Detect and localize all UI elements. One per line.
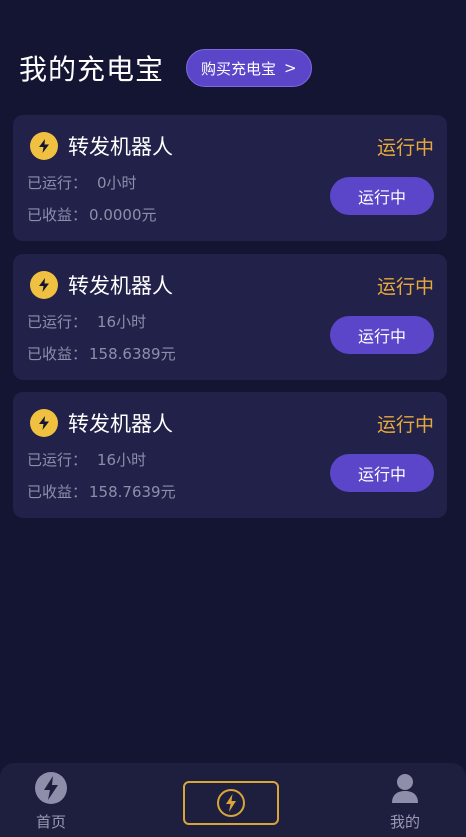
lightning-bolt-icon (35, 772, 67, 804)
status-text: 运行中 (376, 276, 434, 298)
tab-home-label: 首页 (35, 813, 66, 831)
runtime-value: 16小时 (97, 313, 147, 331)
runtime-label: 已运行： (27, 313, 88, 331)
buy-power-bank-button[interactable]: 购买充电宝 > (186, 49, 312, 87)
lightning-bolt-icon (30, 409, 58, 437)
tab-home[interactable]: 首页 (34, 771, 68, 832)
tab-power-bank[interactable] (183, 781, 279, 825)
runtime-label: 已运行： (27, 451, 88, 469)
power-bank-card: 转发机器人 运行中 已运行： 0小时 已收益： 0.0000元 运行中 (13, 115, 447, 241)
card-title: 转发机器人 (68, 412, 173, 436)
earnings-row: 已收益： 0.0000元 (27, 204, 157, 225)
earnings-value: 158.7639元 (89, 483, 176, 501)
earnings-value: 158.6389元 (89, 345, 176, 363)
running-button[interactable]: 运行中 (330, 454, 434, 492)
earnings-value: 0.0000元 (89, 206, 157, 224)
running-button[interactable]: 运行中 (330, 316, 434, 354)
runtime-value: 16小时 (97, 451, 147, 469)
runtime-row: 已运行： 16小时 (27, 311, 146, 332)
page-title: 我的充电宝 (19, 53, 165, 86)
earnings-label: 已收益： (27, 345, 88, 363)
running-button[interactable]: 运行中 (330, 177, 434, 215)
lightning-bolt-icon (30, 271, 58, 299)
card-title: 转发机器人 (68, 135, 173, 159)
header: 我的充电宝 购买充电宝 > (19, 48, 312, 88)
tab-mine-label: 我的 (389, 813, 420, 831)
lightning-bolt-icon (217, 789, 245, 817)
chevron-right-icon: > (284, 59, 297, 77)
earnings-row: 已收益： 158.6389元 (27, 343, 176, 364)
page: 我的充电宝 购买充电宝 > 转发机器人 运行中 已运行： 0小时 已收益： 0.00… (0, 0, 466, 837)
user-icon (392, 774, 418, 803)
status-text: 运行中 (376, 137, 434, 159)
runtime-label: 已运行： (27, 174, 88, 192)
card-title: 转发机器人 (68, 274, 173, 298)
earnings-label: 已收益： (27, 206, 88, 224)
earnings-label: 已收益： (27, 483, 88, 501)
bottom-tab-bar: 首页 我的 (0, 763, 466, 837)
earnings-row: 已收益： 158.7639元 (27, 481, 176, 502)
tab-mine[interactable]: 我的 (388, 771, 422, 832)
runtime-value: 0小时 (97, 174, 137, 192)
power-bank-card: 转发机器人 运行中 已运行： 16小时 已收益： 158.6389元 运行中 (13, 254, 447, 380)
status-text: 运行中 (376, 414, 434, 436)
power-bank-card: 转发机器人 运行中 已运行： 16小时 已收益： 158.7639元 运行中 (13, 392, 447, 518)
runtime-row: 已运行： 16小时 (27, 449, 146, 470)
lightning-bolt-icon (30, 132, 58, 160)
runtime-row: 已运行： 0小时 (27, 172, 137, 193)
buy-button-label: 购买充电宝 (201, 59, 277, 78)
